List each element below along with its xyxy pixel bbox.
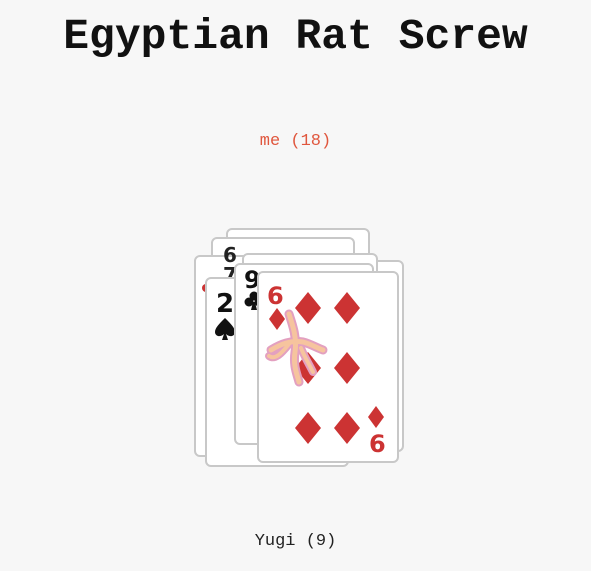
player-top-label: me (18)	[259, 132, 332, 151]
card-pile-graphic[interactable]: 6 7 2 9 6 6	[185, 222, 410, 472]
player-bottom-label: Yugi (9)	[254, 532, 337, 551]
top-card-rank-bottom: 6	[369, 430, 386, 458]
card-rank-2: 2	[216, 289, 234, 319]
top-card-rank-top: 6	[267, 282, 284, 310]
game-title: Egyptian Rat Screw	[63, 12, 528, 61]
card-pile[interactable]: 6 7 2 9 6 6	[185, 222, 410, 472]
